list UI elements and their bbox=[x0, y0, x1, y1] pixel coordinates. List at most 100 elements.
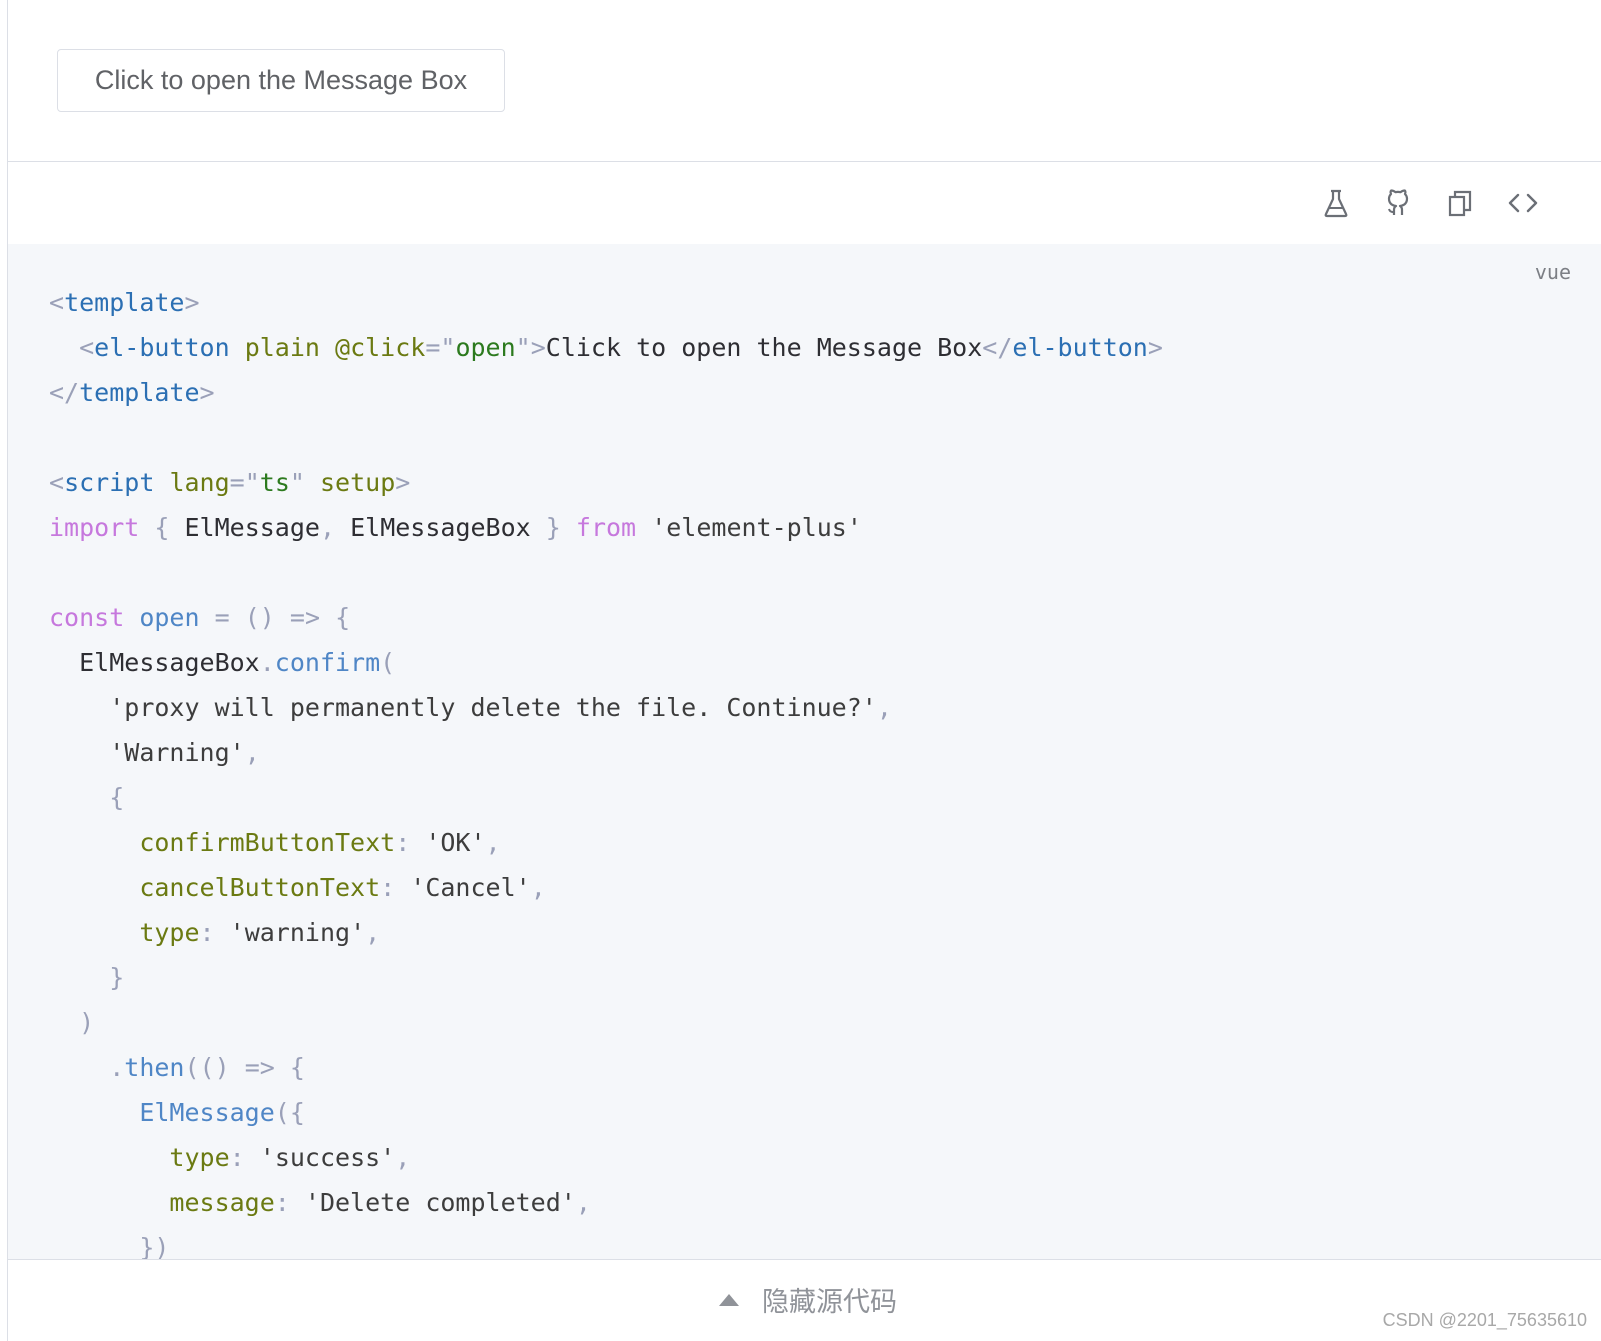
code-token: > bbox=[1147, 333, 1163, 362]
code-token: =" bbox=[229, 468, 260, 497]
code-line: .then(() => { bbox=[49, 1045, 1163, 1090]
github-icon[interactable] bbox=[1379, 184, 1417, 222]
code-line: import { ElMessage, ElMessageBox } from … bbox=[49, 505, 1163, 550]
code-token: 'Cancel' bbox=[410, 873, 531, 902]
code-line: 'proxy will permanently delete the file.… bbox=[49, 685, 1163, 730]
code-line: const open = () => { bbox=[49, 595, 1163, 640]
code-token: => bbox=[289, 603, 321, 632]
code-line: ) bbox=[49, 1000, 1163, 1045]
code-line: ElMessage({ bbox=[49, 1090, 1163, 1135]
code-token: { bbox=[154, 513, 170, 542]
demo-block: Click to open the Message Box vue <templ… bbox=[7, 0, 1601, 1341]
code-token: type bbox=[139, 918, 200, 947]
code-token: { bbox=[289, 1053, 305, 1082]
code-token: 'OK' bbox=[425, 828, 486, 857]
code-line: <script lang="ts" setup> bbox=[49, 460, 1163, 505]
code-token: : bbox=[199, 918, 215, 947]
code-token: (() bbox=[184, 1053, 230, 1082]
open-message-box-button[interactable]: Click to open the Message Box bbox=[57, 49, 505, 112]
code-line: 'Warning', bbox=[49, 730, 1163, 775]
code-line: confirmButtonText: 'OK', bbox=[49, 820, 1163, 865]
code-token: , bbox=[395, 1143, 411, 1172]
code-token: . bbox=[259, 648, 275, 677]
code-token: import bbox=[49, 513, 140, 542]
code-token: =" bbox=[425, 333, 456, 362]
code-token: el-button bbox=[94, 333, 230, 362]
code-token: script bbox=[64, 468, 155, 497]
code-token: setup bbox=[320, 468, 396, 497]
code-token: </ bbox=[49, 378, 80, 407]
code-line: </template> bbox=[49, 370, 1163, 415]
code-token: , bbox=[876, 693, 892, 722]
flask-icon[interactable] bbox=[1317, 184, 1355, 222]
code-token: ({ bbox=[274, 1098, 305, 1127]
code-token: @click bbox=[335, 333, 426, 362]
code-icon[interactable] bbox=[1504, 184, 1542, 222]
hide-source-label: 隐藏源代码 bbox=[762, 1287, 897, 1318]
code-token: : bbox=[274, 1188, 290, 1217]
code-token: . bbox=[109, 1053, 125, 1082]
code-block: <template> <el-button plain @click="open… bbox=[49, 280, 1163, 1259]
code-token: from bbox=[575, 513, 637, 542]
code-token: () bbox=[244, 603, 275, 632]
code-token: < bbox=[79, 333, 95, 362]
code-line: ElMessageBox.confirm( bbox=[49, 640, 1163, 685]
code-token: </ bbox=[982, 333, 1013, 362]
code-token: }) bbox=[139, 1233, 170, 1259]
code-token: ElMessageBox bbox=[350, 513, 531, 542]
language-tag: vue bbox=[1534, 260, 1571, 284]
code-token: , bbox=[530, 873, 546, 902]
code-token: < bbox=[49, 288, 65, 317]
code-token: template bbox=[64, 288, 185, 317]
copy-icon[interactable] bbox=[1441, 184, 1479, 222]
demo-toolbar bbox=[8, 162, 1601, 244]
code-line: type: 'warning', bbox=[49, 910, 1163, 955]
code-token: ElMessageBox bbox=[79, 648, 260, 677]
caret-up-icon bbox=[719, 1293, 739, 1306]
code-token: , bbox=[365, 918, 381, 947]
demo-footer: 隐藏源代码 CSDN @2201_75635610 bbox=[8, 1259, 1601, 1341]
code-token: el-button bbox=[1012, 333, 1148, 362]
code-token: 'Warning' bbox=[109, 738, 245, 767]
code-token: ( bbox=[380, 648, 396, 677]
code-token: > bbox=[199, 378, 215, 407]
code-token: template bbox=[79, 378, 200, 407]
code-token: 'element-plus' bbox=[651, 513, 862, 542]
code-line: }) bbox=[49, 1225, 1163, 1259]
code-token: message bbox=[169, 1188, 275, 1217]
code-token: > bbox=[184, 288, 200, 317]
code-token: 'Delete completed' bbox=[304, 1188, 576, 1217]
code-token: = bbox=[214, 603, 230, 632]
code-token: } bbox=[545, 513, 561, 542]
code-token: lang bbox=[169, 468, 230, 497]
code-token: confirmButtonText bbox=[139, 828, 396, 857]
code-token: open bbox=[139, 603, 200, 632]
hide-source-toggle[interactable]: 隐藏源代码 bbox=[718, 1280, 897, 1319]
code-line: cancelButtonText: 'Cancel', bbox=[49, 865, 1163, 910]
